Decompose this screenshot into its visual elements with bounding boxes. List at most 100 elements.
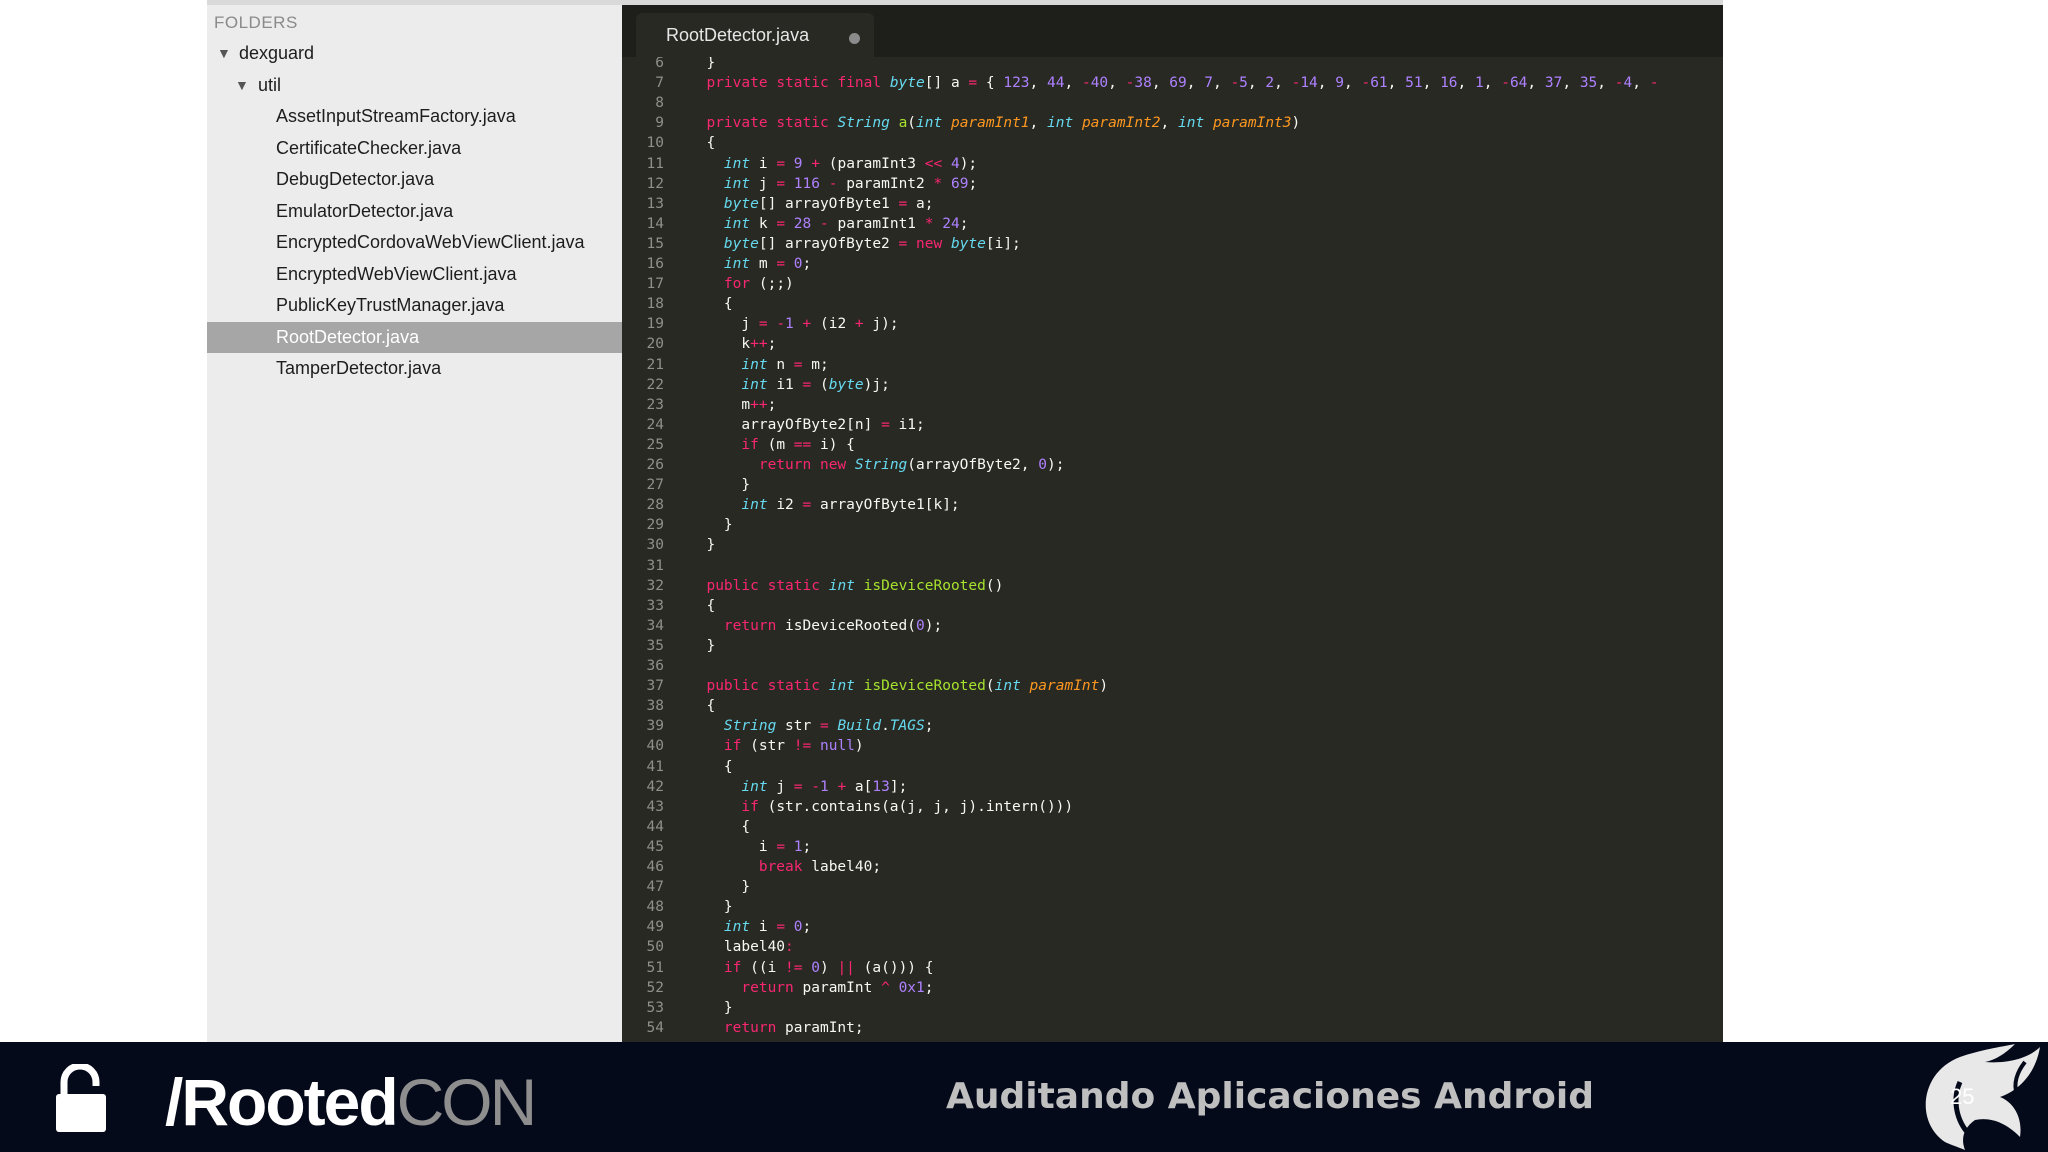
code-text: private static final byte[] a = { 123, 4… xyxy=(706,75,1659,92)
file-item[interactable]: EncryptedWebViewClient.java xyxy=(207,259,622,290)
tab-title: RootDetector.java xyxy=(666,25,810,45)
line-number: 39 xyxy=(646,718,664,735)
tree-item-label: dexguard xyxy=(239,43,315,63)
code-text: int i = 0; xyxy=(723,919,812,936)
code-area[interactable]: 6 } 7 private static final byte[] a = { 1… xyxy=(622,57,1723,1042)
file-item[interactable]: PublicKeyTrustManager.java xyxy=(207,290,622,321)
line-number: 54 xyxy=(646,1019,664,1036)
code-text: public static int isDeviceRooted() xyxy=(706,577,1004,594)
line-number: 46 xyxy=(646,859,664,875)
line-number: 23 xyxy=(646,396,664,413)
line-number: 19 xyxy=(646,316,664,333)
code-text: byte[] arrayOfByte2 = new byte[i]; xyxy=(723,235,1021,252)
code-text: i = 1; xyxy=(689,838,812,855)
code-text: { xyxy=(689,296,733,313)
code-text: return new String(arrayOfByte2, 0); xyxy=(758,457,1065,473)
brand-con: CON xyxy=(396,1065,538,1139)
code-text: { xyxy=(689,135,716,152)
line-number: 45 xyxy=(646,838,664,855)
tree-item-label: TamperDetector.java xyxy=(276,358,442,378)
tree-item-label: EncryptedWebViewClient.java xyxy=(276,263,517,284)
code-text: int i = 9 + (paramInt3 << 4); xyxy=(723,155,978,172)
folder-item[interactable]: ▼ dexguard xyxy=(207,38,622,69)
code-text: } xyxy=(689,637,716,654)
code-text: } xyxy=(689,517,733,534)
page-number: 25 xyxy=(1950,1084,1975,1109)
line-number: 31 xyxy=(646,557,664,574)
line-number: 21 xyxy=(646,356,664,373)
code-text: } xyxy=(689,537,716,554)
code-text: m++; xyxy=(689,396,777,413)
line-number: 9 xyxy=(655,115,664,132)
code-text: } xyxy=(689,477,751,494)
line-number: 14 xyxy=(646,215,664,232)
file-item[interactable]: DebugDetector.java xyxy=(207,164,622,195)
expand-arrow-icon[interactable]: ▼ xyxy=(217,38,231,69)
line-number: 29 xyxy=(646,517,664,534)
file-item[interactable]: TamperDetector.java xyxy=(207,353,622,384)
line-number: 42 xyxy=(646,778,664,795)
code-text: } xyxy=(689,999,733,1016)
line-number: 33 xyxy=(646,597,664,614)
code-text: return paramInt; xyxy=(723,1019,864,1036)
tree-item-label: RootDetector.java xyxy=(276,326,420,347)
line-number: 43 xyxy=(646,798,664,815)
unsaved-dot-icon[interactable] xyxy=(849,33,860,44)
tree-item-label: util xyxy=(258,74,282,95)
code-text: int i1 = (byte)j; xyxy=(741,376,890,393)
line-number: 7 xyxy=(655,75,664,92)
line-number: 11 xyxy=(646,155,664,172)
tree-item-label: EmulatorDetector.java xyxy=(276,200,454,221)
line-number: 49 xyxy=(646,919,664,936)
code-text: int m = 0; xyxy=(723,256,812,272)
code-text: int n = m; xyxy=(741,356,829,373)
file-item[interactable]: EmulatorDetector.java xyxy=(207,196,622,227)
line-number: 22 xyxy=(646,376,664,393)
code-text: int k = 28 - paramInt1 * 24; xyxy=(723,215,969,232)
line-number: 8 xyxy=(655,95,664,112)
line-number: 27 xyxy=(646,477,664,494)
open-lock-icon xyxy=(56,1064,106,1132)
brand-rooted: /Rooted xyxy=(165,1065,399,1139)
rootedcon-logo: /RootedCON xyxy=(165,1069,537,1135)
tree-item-label: PublicKeyTrustManager.java xyxy=(276,295,505,315)
slide-title: Auditando Aplicaciones Android xyxy=(946,1076,1594,1117)
folder-item[interactable]: ▼ util xyxy=(207,70,622,101)
line-number: 50 xyxy=(646,939,664,956)
line-number: 48 xyxy=(646,899,664,916)
code-text: int j = -1 + a[13]; xyxy=(741,778,908,795)
expand-arrow-icon[interactable]: ▼ xyxy=(235,70,249,101)
line-number: 32 xyxy=(646,577,664,594)
line-number: 37 xyxy=(646,678,664,695)
code-text: if (m == i) { xyxy=(741,436,855,453)
code-text: int i2 = arrayOfByte1[k]; xyxy=(741,497,960,514)
line-number: 47 xyxy=(646,879,664,896)
code-text: arrayOfByte2[n] = i1; xyxy=(689,416,925,433)
line-number: 6 xyxy=(655,57,664,71)
code-text: label40: xyxy=(689,939,794,956)
code-text: { xyxy=(689,698,716,715)
code-text: { xyxy=(689,758,733,775)
code-text: } xyxy=(689,899,733,916)
code-text: { xyxy=(689,597,716,614)
code-text: if (str.contains(a(j, j, j).intern())) xyxy=(741,798,1074,815)
file-item[interactable]: CertificateChecker.java xyxy=(207,133,622,164)
line-number: 13 xyxy=(646,195,664,212)
line-number: 52 xyxy=(646,979,664,996)
file-item[interactable]: RootDetector.java xyxy=(207,321,622,353)
code-text: { xyxy=(689,818,751,835)
file-item[interactable]: AssetInputStreamFactory.java xyxy=(207,101,622,132)
code-text: j = -1 + (i2 + j); xyxy=(689,316,899,333)
line-number: 51 xyxy=(646,959,664,976)
line-number: 53 xyxy=(646,999,664,1016)
line-number: 38 xyxy=(646,698,664,715)
tree-item-label: AssetInputStreamFactory.java xyxy=(276,106,516,126)
tab-bar: RootDetector.java xyxy=(622,5,1723,57)
code-text: if (str != null) xyxy=(723,738,864,755)
code-text: k++; xyxy=(689,336,777,353)
code-text: public static int isDeviceRooted(int par… xyxy=(706,678,1109,695)
file-item[interactable]: EncryptedCordovaWebViewClient.java xyxy=(207,227,622,258)
line-number: 24 xyxy=(646,416,664,433)
code-text: byte[] arrayOfByte1 = a; xyxy=(723,195,934,212)
tab-rootdetector[interactable]: RootDetector.java xyxy=(636,13,874,57)
